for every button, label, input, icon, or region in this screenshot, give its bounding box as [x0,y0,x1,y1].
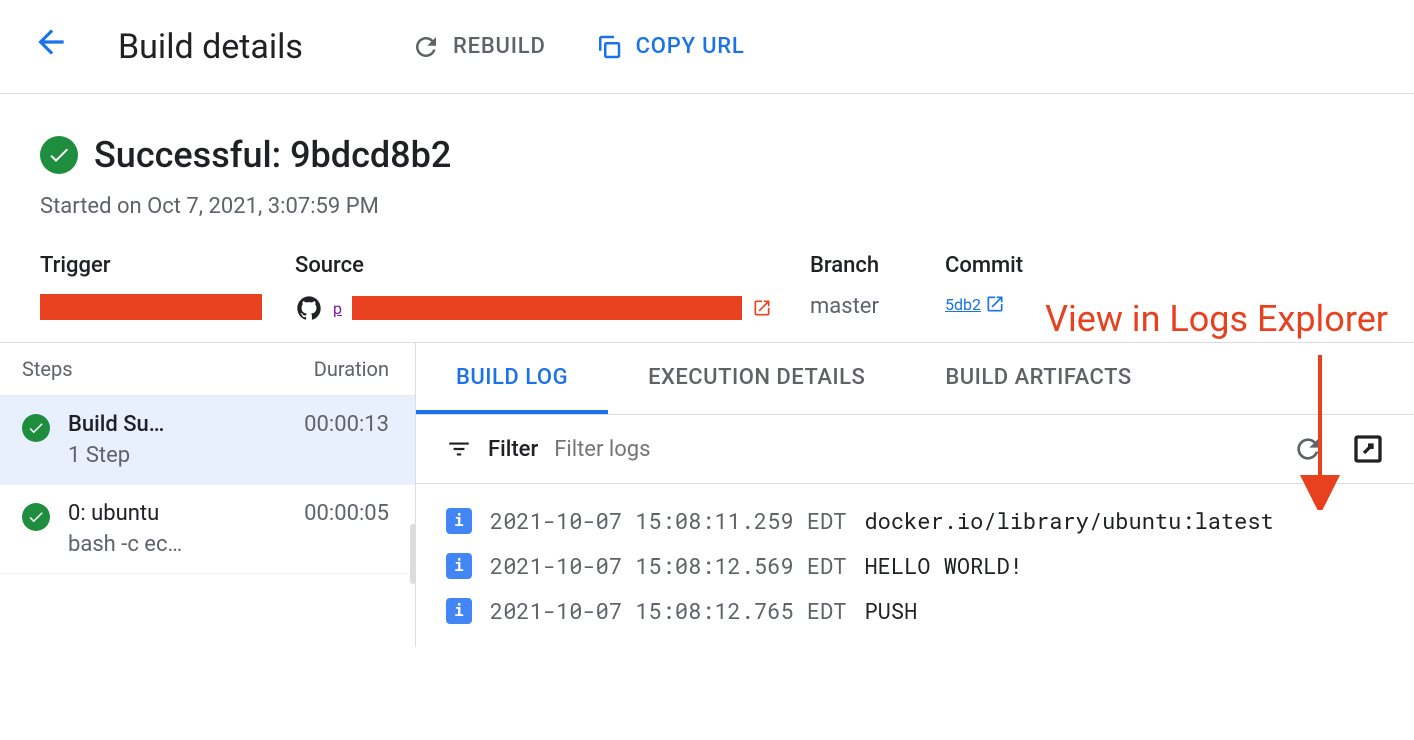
branch-value: master [810,294,945,319]
page-title: Build details [118,27,303,67]
copy-url-button[interactable]: COPY URL [594,32,745,62]
scroll-indicator[interactable] [410,524,416,584]
commit-hash: 5db2 [945,295,981,314]
branch-label: Branch [810,253,945,278]
trigger-value-redacted [40,294,262,320]
step-title: 0: ubuntu [68,501,286,526]
info-badge-icon: i [446,598,472,624]
open-in-logs-explorer-icon[interactable] [1352,433,1384,465]
step-duration: 00:00:13 [304,412,389,468]
log-output: i 2021-10-07 15:08:11.259 EDT docker.io/… [416,484,1414,647]
step-row[interactable]: 0: ubuntu bash -c ec… 00:00:05 [0,485,415,574]
external-link-icon [985,294,1005,314]
log-line[interactable]: i 2021-10-07 15:08:11.259 EDT docker.io/… [416,498,1414,543]
steps-header-label: Steps [22,357,73,381]
log-timestamp: 2021-10-07 15:08:12.765 EDT [490,596,846,625]
commit-link[interactable]: 5db2 [945,294,1145,314]
tab-build-log[interactable]: BUILD LOG [416,343,608,414]
started-timestamp: Started on Oct 7, 2021, 3:07:59 PM [40,194,1374,219]
trigger-label: Trigger [40,253,295,278]
steps-panel: Steps Duration Build Su… 1 Step 00:00:13… [0,343,416,647]
tab-execution-details[interactable]: EXECUTION DETAILS [608,343,905,414]
filter-label: Filter [488,437,538,462]
source-value-redacted [352,296,742,320]
back-arrow-icon[interactable] [32,23,70,71]
filter-icon [446,436,472,462]
info-badge-icon: i [446,553,472,579]
source-prefix: p [333,299,342,318]
log-line[interactable]: i 2021-10-07 15:08:12.569 EDT HELLO WORL… [416,543,1414,588]
success-check-icon [40,136,78,174]
log-message: PUSH [864,596,917,625]
step-title: Build Su… [68,412,286,437]
step-success-icon [22,503,50,531]
log-timestamp: 2021-10-07 15:08:11.259 EDT [490,506,846,535]
info-badge-icon: i [446,508,472,534]
github-icon [295,294,323,322]
step-subtitle: bash -c ec… [68,532,286,557]
tab-build-artifacts[interactable]: BUILD ARTIFACTS [905,343,1171,414]
log-message: docker.io/library/ubuntu:latest [864,506,1273,535]
source-link[interactable]: p [295,294,810,322]
log-timestamp: 2021-10-07 15:08:12.569 EDT [490,551,846,580]
step-subtitle: 1 Step [68,443,286,468]
refresh-logs-icon[interactable] [1292,433,1324,465]
duration-header-label: Duration [314,357,389,381]
filter-logs-input[interactable] [554,437,1276,462]
step-success-icon [22,414,50,442]
step-duration: 00:00:05 [304,501,389,557]
rebuild-label: REBUILD [453,34,546,59]
source-label: Source [295,253,810,278]
external-link-icon [752,298,772,318]
rebuild-button[interactable]: REBUILD [411,32,546,62]
copy-icon [594,32,624,62]
commit-label: Commit [945,253,1145,278]
build-status-title: Successful: 9bdcd8b2 [94,134,451,176]
log-message: HELLO WORLD! [864,551,1022,580]
refresh-icon [411,32,441,62]
copy-url-label: COPY URL [636,34,745,59]
step-row[interactable]: Build Su… 1 Step 00:00:13 [0,396,415,485]
log-line[interactable]: i 2021-10-07 15:08:12.765 EDT PUSH [416,588,1414,633]
